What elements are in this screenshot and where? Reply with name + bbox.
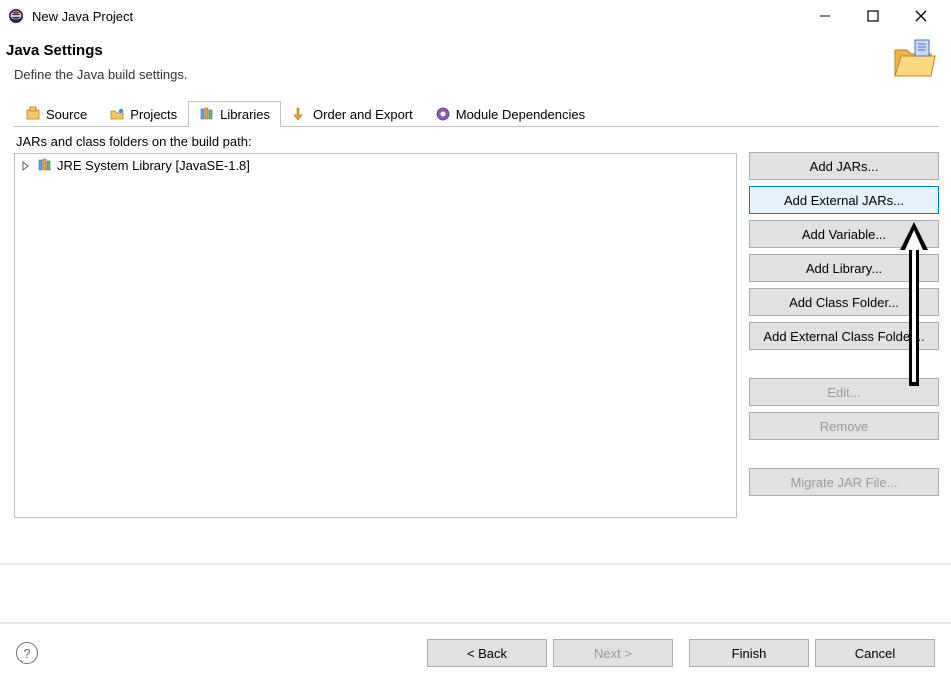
window-title: New Java Project [32,9,813,24]
page-subtitle: Define the Java build settings. [14,67,931,82]
tab-module-dependencies[interactable]: Module Dependencies [424,101,596,126]
finish-button[interactable]: Finish [689,639,809,667]
library-icon [37,157,53,173]
edit-button[interactable]: Edit... [749,378,939,406]
projects-icon [109,106,125,122]
tree-heading: JARs and class folders on the build path… [14,130,737,153]
footer-buttons: < Back Next > Finish Cancel [427,639,935,667]
tab-order-export[interactable]: Order and Export [281,101,424,126]
tab-libraries[interactable]: Libraries [188,101,281,126]
eclipse-icon [8,8,24,24]
titlebar: New Java Project [0,0,951,32]
wizard-banner-icon [889,36,937,84]
separator [0,563,951,565]
window-controls [813,4,943,28]
source-icon [25,106,41,122]
tab-label: Libraries [220,107,270,122]
tab-label: Module Dependencies [456,107,585,122]
close-button[interactable] [909,4,933,28]
migrate-jar-button[interactable]: Migrate JAR File... [749,468,939,496]
page-title: Java Settings [6,42,931,59]
maximize-button[interactable] [861,4,885,28]
build-path-tree[interactable]: JRE System Library [JavaSE-1.8] [14,153,737,518]
add-variable-button[interactable]: Add Variable... [749,220,939,248]
next-button[interactable]: Next > [553,639,673,667]
tree-item-label: JRE System Library [JavaSE-1.8] [57,158,250,173]
cancel-button[interactable]: Cancel [815,639,935,667]
minimize-button[interactable] [813,4,837,28]
add-class-folder-button[interactable]: Add Class Folder... [749,288,939,316]
tab-projects[interactable]: Projects [98,101,188,126]
add-external-class-folder-button[interactable]: Add External Class Folder... [749,322,939,350]
add-jars-button[interactable]: Add JARs... [749,152,939,180]
module-icon [435,106,451,122]
libraries-icon [199,106,215,122]
side-buttons: Add JARs... Add External JARs... Add Var… [749,130,939,518]
tree-item-jre[interactable]: JRE System Library [JavaSE-1.8] [15,154,736,176]
tabs: Source Projects Libraries Order and Expo… [14,101,939,127]
back-button[interactable]: < Back [427,639,547,667]
wizard-footer: ? < Back Next > Finish Cancel [0,624,951,682]
add-external-jars-button[interactable]: Add External JARs... [749,186,939,214]
tab-label: Order and Export [313,107,413,122]
order-export-icon [292,106,308,122]
add-library-button[interactable]: Add Library... [749,254,939,282]
help-button[interactable]: ? [16,642,38,664]
chevron-right-icon[interactable] [21,159,33,171]
tab-source[interactable]: Source [14,101,98,126]
tree-container: JARs and class folders on the build path… [14,130,737,518]
tab-label: Source [46,107,87,122]
remove-button[interactable]: Remove [749,412,939,440]
tab-label: Projects [130,107,177,122]
libraries-content: JARs and class folders on the build path… [14,130,939,518]
wizard-header: Java Settings Define the Java build sett… [0,32,951,100]
